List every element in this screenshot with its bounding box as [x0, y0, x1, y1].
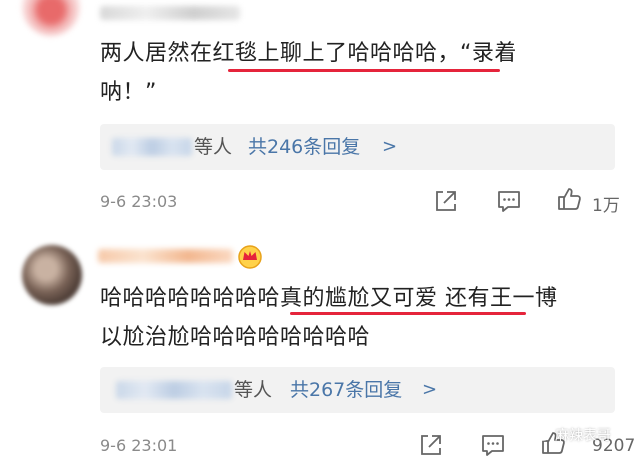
commenter-avatar[interactable]: [22, 245, 82, 305]
chevron-right-icon: >: [422, 379, 438, 400]
comment-icon[interactable]: [496, 188, 522, 214]
commenter-avatar[interactable]: [22, 0, 80, 36]
reply-names-blurred: [112, 138, 192, 156]
comment-icon[interactable]: [480, 432, 506, 458]
highlight-underline: [228, 69, 500, 72]
reply-summary[interactable]: 等人 共267条回复 >: [100, 367, 615, 413]
chevron-right-icon: >: [382, 136, 398, 157]
watermark-text: 麻辣表哥: [555, 428, 611, 444]
comment-text-line: 呐！”: [100, 80, 157, 105]
comment-text: 两人居然在红毯上聊上了哈哈哈哈，“录着 呐！”: [100, 34, 610, 112]
comment-text-line: 以尬治尬哈哈哈哈哈哈哈哈: [100, 325, 371, 350]
like-icon[interactable]: [556, 186, 582, 212]
crown-badge-icon: [238, 245, 262, 269]
share-icon[interactable]: [418, 432, 444, 458]
share-icon[interactable]: [433, 188, 459, 214]
reply-count-link[interactable]: 共267条回复: [290, 367, 402, 413]
comment-time: 9-6 23:01: [100, 436, 178, 455]
reply-count-link[interactable]: 共246条回复: [248, 124, 360, 170]
reply-suffix: 等人: [194, 136, 233, 158]
comment-time: 9-6 23:03: [100, 192, 178, 211]
commenter-name-blurred[interactable]: [100, 6, 240, 20]
comment-text-line: 两人居然在红毯上聊上了哈哈哈哈，“录着: [100, 41, 517, 66]
commenter-name-blurred[interactable]: [98, 249, 233, 263]
reply-names-blurred: [116, 381, 232, 399]
reply-suffix: 等人: [234, 379, 273, 401]
wechat-logo-icon: [528, 424, 550, 441]
comment-text: 哈哈哈哈哈哈哈哈真的尴尬又可爱 还有王一博 以尬治尬哈哈哈哈哈哈哈哈: [100, 279, 620, 357]
like-count: 1万: [592, 196, 620, 216]
reply-summary[interactable]: 等人 共246条回复 >: [100, 124, 615, 170]
highlight-underline: [290, 312, 526, 315]
